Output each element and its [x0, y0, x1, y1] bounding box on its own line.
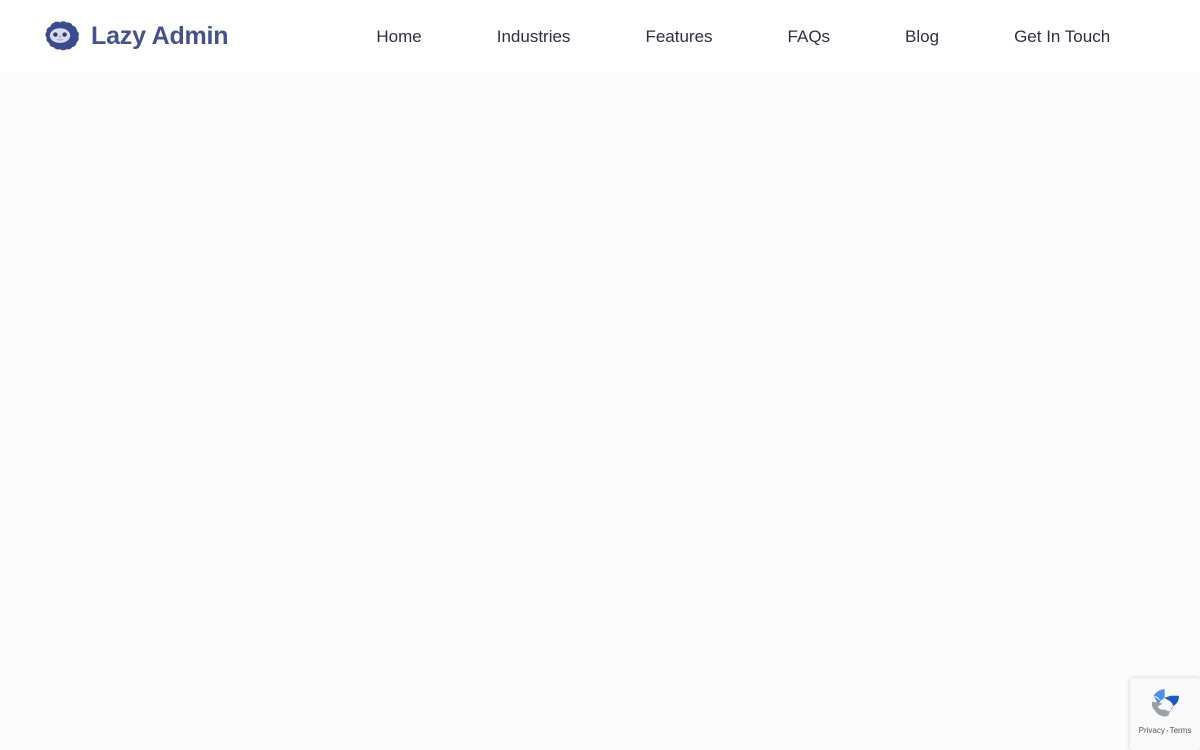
cloud-face-logo-icon [40, 21, 80, 51]
recaptcha-terms-link[interactable]: Terms [1170, 726, 1192, 735]
recaptcha-pinwheel-icon [1148, 686, 1182, 720]
page-content-area [0, 72, 1200, 750]
nav-link-industries[interactable]: Industries [497, 22, 571, 51]
recaptcha-privacy-link[interactable]: Privacy [1139, 726, 1165, 735]
nav-link-home[interactable]: Home [376, 22, 421, 51]
brand-logo-link[interactable]: Lazy Admin [40, 21, 229, 51]
site-header: Lazy Admin Home Industries Features FAQs… [0, 0, 1200, 72]
brand-name: Lazy Admin [91, 21, 229, 50]
nav-link-faqs[interactable]: FAQs [788, 22, 831, 51]
nav-link-blog[interactable]: Blog [905, 22, 939, 51]
nav-link-get-in-touch[interactable]: Get In Touch [1014, 22, 1110, 51]
recaptcha-badge[interactable]: Privacy-Terms [1130, 678, 1200, 750]
recaptcha-links: Privacy-Terms [1139, 726, 1192, 736]
recaptcha-link-separator: - [1165, 726, 1169, 735]
nav-link-features[interactable]: Features [645, 22, 712, 51]
empty-content-region [0, 72, 1200, 750]
main-navigation: Home Industries Features FAQs Blog Get I… [376, 22, 1110, 51]
